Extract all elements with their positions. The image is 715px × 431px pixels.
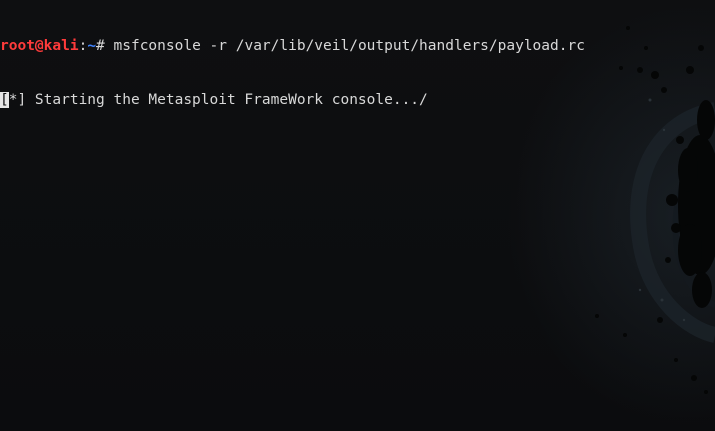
output-text: *] Starting the Metasploit FrameWork con… (8, 92, 428, 108)
prompt-separator: : (78, 38, 88, 54)
prompt-symbol: # (96, 38, 114, 54)
output-line: [*] Starting the Metasploit FrameWork co… (0, 91, 585, 109)
terminal-output: root@kali:~# msfconsole -r /var/lib/veil… (0, 1, 585, 145)
terminal-window[interactable]: root@kali:~# msfconsole -r /var/lib/veil… (0, 0, 715, 431)
prompt-path: ~ (87, 38, 97, 54)
command-text: msfconsole -r /var/lib/veil/output/handl… (113, 38, 585, 54)
text-cursor: [ (0, 92, 9, 108)
prompt-user-host: root@kali (0, 38, 79, 54)
command-line: root@kali:~# msfconsole -r /var/lib/veil… (0, 37, 585, 55)
